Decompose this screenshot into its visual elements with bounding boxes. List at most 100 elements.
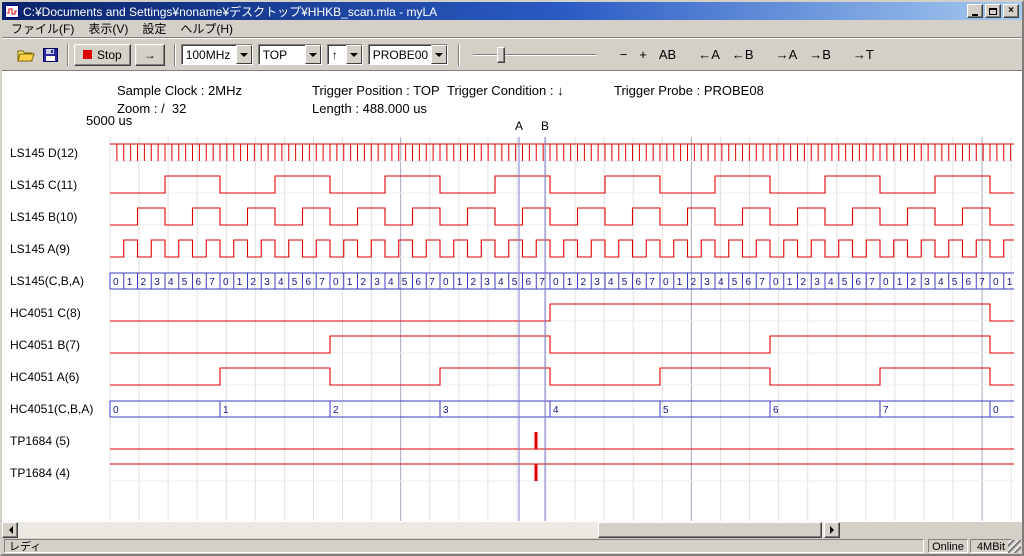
grid — [110, 137, 1014, 521]
channel-row — [110, 208, 1014, 225]
stop-icon — [83, 50, 92, 59]
stop-button[interactable]: Stop — [74, 44, 131, 66]
svg-text:0: 0 — [773, 277, 779, 288]
channel-row: 0123456701234567012345670123456701234567… — [110, 273, 1014, 289]
status-message: レディ — [4, 539, 924, 553]
svg-text:2: 2 — [911, 277, 917, 288]
horizontal-scrollbar[interactable] — [2, 522, 840, 538]
svg-text:6: 6 — [416, 277, 422, 288]
channel-row — [110, 240, 1014, 257]
svg-text:2: 2 — [361, 277, 367, 288]
zoom-out-button[interactable]: − — [615, 45, 633, 64]
sample-rate-combo[interactable]: 100MHz — [181, 44, 253, 65]
svg-text:4: 4 — [553, 405, 559, 416]
slider-thumb[interactable] — [497, 47, 505, 63]
run-button[interactable]: → — [135, 44, 165, 66]
channel-label: HC4051(C,B,A) — [10, 401, 93, 417]
svg-text:6: 6 — [773, 405, 779, 416]
svg-text:0: 0 — [993, 405, 999, 416]
svg-text:4: 4 — [278, 277, 284, 288]
scroll-left-button[interactable] — [2, 522, 18, 538]
menu-file[interactable]: ファイル(F) — [4, 19, 81, 38]
channel-row — [110, 176, 1014, 193]
channel-label: LS145 B(10) — [10, 209, 77, 225]
svg-text:5: 5 — [732, 277, 738, 288]
chevron-down-icon[interactable] — [346, 45, 362, 64]
trigger-probe-combo[interactable]: PROBE00 — [368, 44, 448, 65]
channel-label: TP1684 (4) — [10, 465, 70, 481]
channel-label: LS145(C,B,A) — [10, 273, 84, 289]
zoom-in-button[interactable]: + — [634, 45, 652, 64]
stop-label: Stop — [97, 48, 122, 62]
goto-b-left-button[interactable]: ←B — [727, 45, 759, 64]
chevron-down-icon[interactable] — [305, 45, 321, 64]
app-icon — [5, 5, 19, 18]
goto-trigger-button[interactable]: →T — [848, 45, 879, 64]
channel-row: 012345670 — [110, 401, 1014, 417]
toolbar-separator — [458, 44, 460, 66]
svg-text:1: 1 — [677, 277, 683, 288]
channel-labels: LS145 D(12) LS145 C(11) LS145 B(10) LS145 A… — [2, 71, 110, 522]
channel-row — [110, 336, 1014, 353]
scroll-right-button[interactable] — [824, 522, 840, 538]
channel-row — [110, 368, 1014, 385]
maximize-button[interactable] — [985, 4, 1001, 18]
marker-lines: AB — [515, 119, 549, 521]
resize-grip[interactable] — [1008, 540, 1021, 553]
ab-button[interactable]: AB — [654, 45, 681, 64]
svg-text:5: 5 — [402, 277, 408, 288]
svg-text:5: 5 — [292, 277, 298, 288]
goto-a-left-button[interactable]: ←A — [693, 45, 725, 64]
svg-text:3: 3 — [484, 277, 490, 288]
svg-text:0: 0 — [993, 277, 999, 288]
trigger-position-combo[interactable]: TOP — [258, 44, 322, 65]
save-button[interactable] — [38, 44, 62, 66]
svg-text:B: B — [541, 119, 549, 133]
svg-text:2: 2 — [333, 405, 339, 416]
close-button[interactable]: × — [1003, 4, 1019, 18]
svg-text:5: 5 — [663, 405, 669, 416]
trigger-edge-combo[interactable]: ↑ — [327, 44, 363, 65]
minimize-button[interactable] — [967, 4, 983, 18]
channel-row — [110, 144, 1014, 161]
svg-text:5: 5 — [512, 277, 518, 288]
triangle-right-icon — [830, 526, 838, 534]
menu-help[interactable]: ヘルプ(H) — [173, 19, 240, 38]
svg-text:2: 2 — [691, 277, 697, 288]
goto-b-right-button[interactable]: →B — [804, 45, 836, 64]
open-button[interactable] — [14, 44, 38, 66]
chevron-down-icon[interactable] — [236, 45, 252, 64]
scrollbar-thumb[interactable] — [598, 522, 822, 538]
triangle-left-icon — [5, 526, 13, 534]
svg-text:5: 5 — [182, 277, 188, 288]
svg-text:2: 2 — [471, 277, 477, 288]
titlebar: C:¥Documents and Settings¥noname¥デスクトップ¥… — [2, 2, 1022, 20]
statusbar: レディ Online 4MBit — [2, 538, 1022, 554]
svg-text:7: 7 — [429, 277, 435, 288]
svg-text:3: 3 — [264, 277, 270, 288]
channel-label: LS145 C(11) — [10, 177, 77, 193]
save-floppy-icon — [43, 48, 58, 62]
goto-a-right-button[interactable]: →A — [771, 45, 803, 64]
svg-text:4: 4 — [168, 277, 174, 288]
svg-text:7: 7 — [883, 405, 889, 416]
channel-label: HC4051 A(6) — [10, 369, 79, 385]
svg-text:0: 0 — [223, 277, 229, 288]
sample-rate-value: 100MHz — [182, 45, 236, 64]
svg-text:0: 0 — [333, 277, 339, 288]
zoom-slider[interactable] — [471, 44, 599, 66]
svg-text:1: 1 — [237, 277, 243, 288]
channel-label: LS145 D(12) — [10, 145, 78, 161]
svg-text:6: 6 — [196, 277, 202, 288]
svg-text:2: 2 — [801, 277, 807, 288]
menu-view[interactable]: 表示(V) — [81, 19, 135, 38]
waveform-display[interactable]: 0123456701234567012345670123456701234567… — [2, 71, 1022, 523]
svg-text:3: 3 — [594, 277, 600, 288]
svg-text:1: 1 — [347, 277, 353, 288]
channel-label: LS145 A(9) — [10, 241, 70, 257]
maximize-icon — [989, 8, 997, 15]
trigger-edge-value: ↑ — [328, 45, 346, 64]
chevron-down-icon[interactable] — [431, 45, 447, 64]
svg-text:4: 4 — [608, 277, 614, 288]
menu-settings[interactable]: 設定 — [135, 19, 173, 38]
